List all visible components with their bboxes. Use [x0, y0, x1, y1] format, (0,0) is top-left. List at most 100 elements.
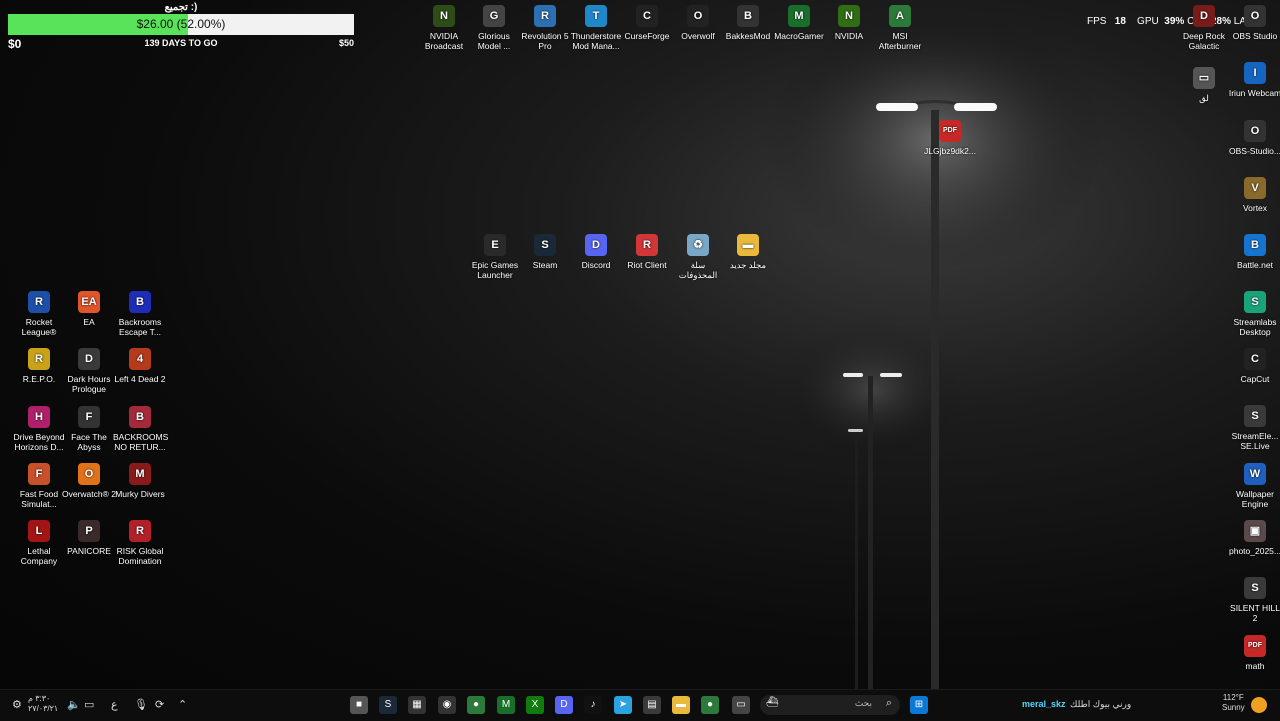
- desktop-icon-label: MacroGamer: [774, 31, 824, 41]
- desktop-icon-right-13[interactable]: PDF math: [1228, 635, 1280, 671]
- desktop-icon-top-8[interactable]: N NVIDIA: [822, 5, 876, 41]
- face-abyss-icon: F: [78, 406, 100, 428]
- discord-taskbar-icon[interactable]: D: [555, 696, 573, 714]
- desktop-icon-right-4[interactable]: O OBS-Studio...: [1228, 120, 1280, 156]
- app-window-icon[interactable]: ▭: [732, 696, 750, 714]
- search-box[interactable]: ⛴ بحث ⌕: [760, 695, 900, 715]
- sync-icon[interactable]: ⟳: [155, 698, 164, 711]
- desktop-icon-label: Backrooms Escape T...: [118, 317, 162, 337]
- desktop-icon-left-7[interactable]: F Face The Abyss: [62, 406, 116, 452]
- desktop-icon-label: CapCut: [1240, 374, 1270, 384]
- xbox-icon[interactable]: X: [526, 696, 544, 714]
- desktop-icon-label: Face The Abyss: [71, 432, 107, 452]
- desktop-icon-middle-3[interactable]: R Riot Client: [620, 234, 674, 270]
- desktop-icon-label: PANICORE: [67, 546, 111, 556]
- desktop-icon-right-6[interactable]: B Battle.net: [1228, 234, 1280, 270]
- desktop-icon-right-7[interactable]: S Streamlabs Desktop: [1228, 291, 1280, 337]
- clock[interactable]: ٣:٣٠ م ٢٧/٠٣/٢١: [28, 694, 58, 714]
- streetlight-wallpaper: [765, 10, 1105, 690]
- desktop-icon-right-3[interactable]: I Iriun Webcam: [1228, 62, 1280, 98]
- desktop-icon-right-12[interactable]: S SILENT HILL 2: [1228, 577, 1280, 623]
- desktop-icon-top-1[interactable]: G Glorious Model ...: [467, 5, 521, 51]
- start-button[interactable]: ⊞: [910, 696, 928, 714]
- desktop-icon-left-0[interactable]: R Rocket League®: [12, 291, 66, 337]
- murky-divers-icon: M: [129, 463, 151, 485]
- desktop-icon-left-1[interactable]: EA EA: [62, 291, 116, 327]
- volume-icon[interactable]: 🔈: [67, 698, 81, 711]
- chrome-icon[interactable]: ●: [467, 696, 485, 714]
- desktop-icon-top-9[interactable]: A MSI Afterburner: [873, 5, 927, 51]
- desktop-icon-label: Battle.net: [1237, 260, 1273, 270]
- folder-icon: ▬: [737, 234, 759, 256]
- desktop-icon-top-5[interactable]: O Overwolf: [671, 5, 725, 41]
- settings-tray-icon[interactable]: ⚙: [12, 698, 22, 711]
- desktop-icon-left-8[interactable]: B BACKROOMS NO RETUR...: [113, 406, 168, 452]
- file-explorer-icon[interactable]: ▬: [672, 696, 690, 714]
- desktop-icon-left-14[interactable]: R RISK Global Domination: [113, 520, 167, 566]
- desktop-icon-left-2[interactable]: B Backrooms Escape T...: [113, 291, 167, 337]
- desktop-icon-right-10[interactable]: W Wallpaper Engine: [1228, 463, 1280, 509]
- desktop-icon-right-0[interactable]: D Deep Rock Galactic: [1177, 5, 1231, 51]
- photo-icon: ▣: [1244, 520, 1266, 542]
- clock-date: ٢٧/٠٣/٢١: [28, 704, 59, 713]
- desktop-icon-label: Iriun Webcam: [1228, 88, 1280, 98]
- app-icon[interactable]: ▦: [408, 696, 426, 714]
- desktop-icon-pdf-file[interactable]: PDF JLGjbz9dk2...: [923, 120, 977, 156]
- desktop-icon-middle-0[interactable]: E Epic Games Launcher: [468, 234, 522, 280]
- desktop-icon-left-12[interactable]: L Lethal Company: [12, 520, 66, 566]
- backrooms-escape-icon: B: [129, 291, 151, 313]
- desktop-icon-top-3[interactable]: T Thunderstore Mod Mana...: [569, 5, 623, 51]
- desktop-icon-right-9[interactable]: S StreamEle... SE.Live: [1228, 405, 1280, 451]
- donation-title: تجميع :): [164, 2, 198, 13]
- sun-icon[interactable]: [1251, 697, 1267, 713]
- desktop-icon-left-6[interactable]: H Drive Beyond Horizons D...: [12, 406, 66, 452]
- chevron-up-icon[interactable]: ⌃: [178, 698, 187, 711]
- desktop-icon-left-3[interactable]: R R.E.P.O.: [12, 348, 66, 384]
- backrooms-no-return-icon: B: [129, 406, 151, 428]
- steam-taskbar-icon[interactable]: S: [379, 696, 397, 714]
- desktop-icon-label: Thunderstore Mod Mana...: [570, 31, 622, 51]
- weather-temp: 112°F: [1222, 693, 1244, 702]
- obs-taskbar-icon[interactable]: ◉: [438, 696, 456, 714]
- desktop-icon-middle-2[interactable]: D Discord: [569, 234, 623, 270]
- desktop-icon-label: Wallpaper Engine: [1236, 489, 1274, 509]
- desktop-icon-right-5[interactable]: V Vortex: [1228, 177, 1280, 213]
- desktop-icon-label: RISK Global Domination: [116, 546, 164, 566]
- desktop-icon-middle-4[interactable]: ♻ سلة المحذوفات: [671, 234, 725, 280]
- macrogamer-taskbar-icon[interactable]: M: [497, 696, 515, 714]
- desktop-icon-left-13[interactable]: P PANICORE: [62, 520, 116, 556]
- clock-time: ٣:٣٠ م: [28, 694, 51, 703]
- desktop-icon-right-1[interactable]: O OBS Studio: [1228, 5, 1280, 41]
- network-icon[interactable]: ▭: [84, 698, 94, 711]
- desktop-icon-right-11[interactable]: ▣ photo_2025...: [1228, 520, 1280, 556]
- desktop-icon-top-6[interactable]: B BakkesMod: [721, 5, 775, 41]
- telegram-icon[interactable]: ➤: [614, 696, 632, 714]
- chrome-icon[interactable]: ●: [701, 696, 719, 714]
- desktop-icon-left-4[interactable]: D Dark Hours Prologue: [62, 348, 116, 394]
- desktop-icon-top-7[interactable]: M MacroGamer: [772, 5, 826, 41]
- desktop-icon-left-10[interactable]: O Overwatch® 2: [62, 463, 116, 499]
- weather-widget[interactable]: 112°F Sunny: [1222, 693, 1245, 713]
- screenshot-icon: ▭: [1193, 67, 1215, 89]
- desktop-icon-label: Drive Beyond Horizons D...: [13, 432, 65, 452]
- tiktok-icon[interactable]: ♪: [584, 696, 602, 714]
- language-indicator[interactable]: ع: [111, 698, 118, 711]
- desktop-icon-label: SILENT HILL 2: [1230, 603, 1280, 623]
- desktop-icon-right-8[interactable]: C CapCut: [1228, 348, 1280, 384]
- fps-label: FPS: [1087, 16, 1107, 27]
- desktop-icon-middle-5[interactable]: ▬ مجلد جديد: [721, 234, 775, 270]
- gpu-label: GPU: [1137, 16, 1159, 27]
- desktop-icon-top-0[interactable]: N NVIDIA Broadcast: [417, 5, 471, 51]
- desktop-icon-left-9[interactable]: F Fast Food Simulat...: [12, 463, 66, 509]
- desktop-icon-top-2[interactable]: R Revolution 5 Pro: [518, 5, 572, 51]
- app-square-icon[interactable]: ■: [350, 696, 368, 714]
- desktop-icon-left-11[interactable]: M Murky Divers: [113, 463, 167, 499]
- desktop-icon-right-2[interactable]: ▭ لق: [1177, 67, 1231, 103]
- desktop-icon-top-4[interactable]: C CurseForge: [620, 5, 674, 41]
- desktop-icon-left-5[interactable]: 4 Left 4 Dead 2: [113, 348, 167, 384]
- microphone-icon[interactable]: 🎙: [134, 698, 148, 711]
- desktop-icon-middle-1[interactable]: S Steam: [518, 234, 572, 270]
- store-icon[interactable]: ▤: [643, 696, 661, 714]
- ea-icon: EA: [78, 291, 100, 313]
- recycle-bin-icon: ♻: [687, 234, 709, 256]
